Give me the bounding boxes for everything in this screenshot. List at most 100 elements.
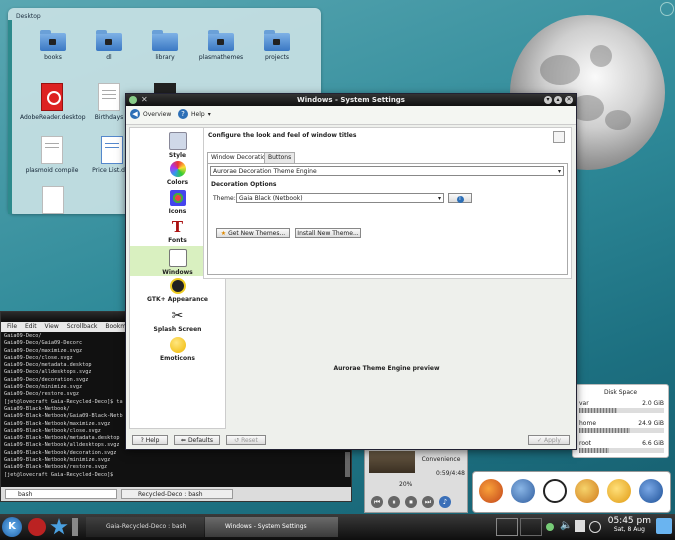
thunderbird-icon[interactable] [511,479,535,503]
terminal-tab-recycled-deco[interactable]: Recycled-Deco : bash [121,489,233,499]
blender-icon[interactable] [607,479,631,503]
terminal-tabbar: bash Recycled-Deco : bash [1,487,351,501]
media-player-widget: Convenience 0:59/4:48 20% ⏮ ⏸ ⏹ ⏭ ♪ [364,447,468,513]
desktop-icon-library[interactable]: library [140,30,190,61]
desktop-icon-adobereader[interactable]: AdobeReader.desktop [20,83,86,121]
theme-select[interactable]: Gaia Black (Netbook) ▾ [236,193,444,203]
disk-row-home: home 24.9 GiB [579,420,664,433]
clipboard-icon[interactable] [575,520,585,532]
clock-time: 05:45 pm [607,516,651,526]
maximize-icon[interactable]: ▴ [554,96,562,104]
pause-icon[interactable]: ⏸ [388,496,400,508]
document-icon [42,186,64,214]
word-document-icon [101,136,123,164]
system-settings-window: ✕ Windows - System Settings ▾ ▴ ✕ ◀ Over… [125,93,577,450]
terminal-scrollbar[interactable] [345,452,350,477]
disk-space-title: Disk Space [603,389,638,396]
help-icon: ? [140,437,144,444]
cashew-icon[interactable] [656,518,672,534]
disk-space-widget: Disk Space var 2.0 GiB home 24.9 GiB root 6… [572,384,669,458]
quicklaunch-widget [472,471,671,513]
task-terminal[interactable]: Gaia-Recycled-Deco : bash [86,517,204,537]
desktop-icon-projects[interactable]: projects [252,30,302,61]
reset-button[interactable]: ↺ Reset [226,435,266,445]
checkmark-icon: ✓ [537,437,543,444]
terminal-tab-bash[interactable]: bash [5,489,117,499]
folderview-title: Desktop [16,13,41,20]
pdf-icon [41,83,63,111]
defaults-icon: ⇚ [180,437,187,444]
previous-icon[interactable]: ⏮ [371,496,383,508]
defaults-button[interactable]: ⇚ Defaults [174,435,220,445]
help-icon: ? [178,109,188,119]
desktop-icon-books[interactable]: books [28,30,78,61]
tray-status-icon[interactable] [589,521,601,533]
firefox-icon[interactable] [479,479,503,503]
script-icon [41,136,63,164]
inkscape-icon[interactable] [543,479,567,503]
desktop-icon-dl[interactable]: dl [84,30,134,61]
minimize-icon[interactable]: ▾ [544,96,552,104]
install-new-theme-button[interactable]: Install New Theme... [295,228,361,238]
clock[interactable]: 05:45 pm Sat, 8 Aug [608,516,651,533]
gimp-icon[interactable] [575,479,599,503]
disk-row-root: root 6.6 GiB [579,440,664,453]
volume-level: 20% [399,481,413,488]
get-new-themes-button[interactable]: ★ Get New Themes... [216,228,290,238]
help-button[interactable]: ? Help ▾ [178,109,211,119]
overview-button[interactable]: ◀ Overview [130,109,171,119]
colors-icon [169,161,186,177]
star-icon: ★ [220,230,227,237]
decoration-options-label: Decoration Options [211,181,277,188]
clock-date: Sat, 8 Aug [613,526,645,533]
apply-button[interactable]: ✓ Apply [528,435,570,445]
help-bottom-button[interactable]: ? Help [132,435,168,445]
windows-icon [168,249,187,267]
stop-icon[interactable]: ⏹ [405,496,417,508]
window-button-bar: ? Help ⇚ Defaults ↺ Reset ✓ Apply [126,431,576,449]
chevron-down-icon: ▾ [207,110,211,118]
folder-icon [208,30,234,51]
corner-toolbox-icon[interactable] [660,2,674,16]
chevron-down-icon: ▾ [437,195,441,202]
menu-scrollback[interactable]: Scrollback [67,323,98,330]
kde-menu-icon[interactable]: K [2,517,22,537]
pager-desktop-1[interactable] [496,518,518,536]
preview-label: Aurorae Theme Engine preview [333,365,440,372]
folder-icon [40,30,66,51]
decoration-panel: Configure the look and feel of window ti… [203,127,572,279]
splash-screen-icon: ✂ [171,308,184,324]
album-art [369,451,415,473]
window-titlebar[interactable]: ✕ Windows - System Settings ▾ ▴ ✕ [126,94,576,106]
menu-file[interactable]: File [7,323,17,330]
menu-view[interactable]: View [45,323,59,330]
taskbar-launcher-1-icon[interactable] [28,518,46,536]
chevron-down-icon: ▾ [557,168,561,175]
desktop-icon-plasmoid-compile[interactable]: plasmoid compile [20,136,84,174]
player-app-icon[interactable]: ♪ [439,496,451,508]
next-icon[interactable]: ⏭ [422,496,434,508]
folder-icon [264,30,290,51]
window-toolbar: ◀ Overview ? Help ▾ [126,106,576,125]
close-icon[interactable]: ✕ [565,96,573,104]
pager-desktop-2[interactable] [520,518,542,536]
folder-icon [152,30,178,51]
panel-settings-icon[interactable] [553,131,565,143]
taskbar: K Gaia-Recycled-Deco : bash Windows - Sy… [0,514,675,540]
info-icon: i [456,196,464,203]
desktop-icon-plasmathemes[interactable]: plasmathemes [196,30,246,61]
fonts-icon: T [171,218,184,236]
volume-icon[interactable]: 🔈 [560,520,572,531]
konqueror-icon[interactable] [639,479,663,503]
theme-info-button[interactable]: i [448,193,472,203]
menu-edit[interactable]: Edit [25,323,37,330]
star-launcher-icon[interactable] [50,518,68,535]
window-title: Windows - System Settings [297,96,405,104]
engine-select[interactable]: Aurorae Decoration Theme Engine ▾ [210,166,564,176]
disk-row-var: var 2.0 GiB [579,400,664,413]
task-system-settings[interactable]: Windows - System Settings [205,517,338,537]
page-heading: Configure the look and feel of window ti… [208,132,357,139]
network-icon[interactable] [546,523,554,531]
desktop-icon-document[interactable] [28,186,78,217]
terminal-output[interactable]: Gaia09-Deco/ Gaia09-Deco/Gaia09-Decorc G… [4,333,123,479]
